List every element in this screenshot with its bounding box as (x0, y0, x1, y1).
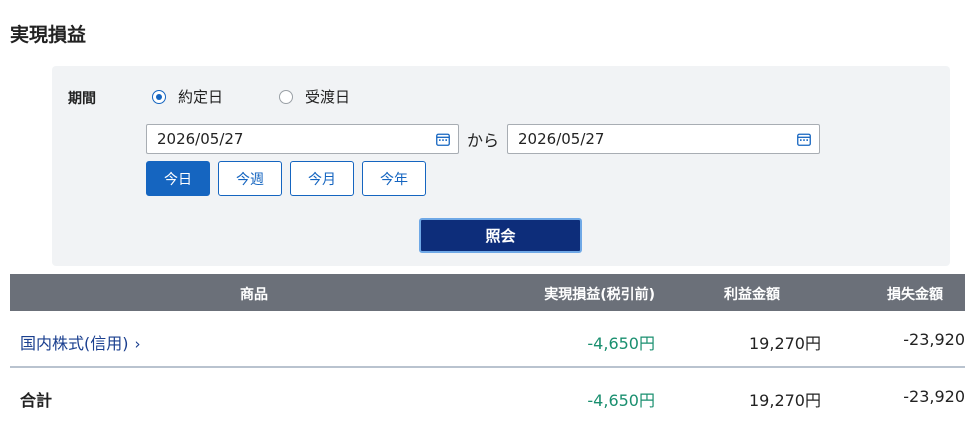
this-year-button[interactable]: 今年 (362, 161, 426, 196)
radio-settlement-date-label: 受渡日 (305, 88, 351, 106)
product-link[interactable]: 国内株式(信用) › (20, 330, 141, 354)
total-profit-amount: 19,270円 (749, 391, 821, 410)
row-realized-pl: -4,650円 (587, 334, 655, 353)
date-from-value: 2026/05/27 (157, 130, 244, 148)
this-week-button[interactable]: 今週 (218, 161, 282, 196)
date-to-value: 2026/05/27 (518, 130, 605, 148)
calendar-icon[interactable] (436, 133, 450, 146)
radio-trade-date[interactable]: 約定日 (152, 86, 223, 107)
page-title: 実現損益 (10, 24, 87, 46)
today-button[interactable]: 今日 (146, 161, 210, 196)
table-header: 商品 実現損益(税引前) 利益金額 損失金額 (10, 274, 965, 311)
total-label: 合計 (20, 391, 53, 410)
total-row: 合計 -4,650円 19,270円 -23,920 (10, 368, 965, 423)
radio-checked-icon[interactable] (152, 89, 166, 104)
radio-trade-date-label: 約定日 (178, 88, 224, 106)
row-profit-amount: 19,270円 (749, 334, 821, 353)
date-range-separator: から (467, 131, 500, 150)
total-loss-amount: -23,920 (903, 387, 965, 406)
header-loss-amount: 損失金額 (887, 287, 943, 303)
this-month-button[interactable]: 今月 (290, 161, 354, 196)
product-name: 国内株式(信用) (20, 334, 129, 353)
total-realized-pl: -4,650円 (587, 391, 655, 410)
header-profit-amount: 利益金額 (724, 287, 780, 303)
header-product: 商品 (240, 287, 268, 303)
date-type-radio-group: 約定日 受渡日 (152, 86, 406, 107)
realized-pl-page: 実現損益 期間 約定日 受渡日 2026/05/27 から 2026/05/27… (0, 0, 965, 423)
results-table: 商品 実現損益(税引前) 利益金額 損失金額 国内株式(信用) › -4,650円… (10, 274, 965, 423)
filter-panel: 期間 約定日 受渡日 2026/05/27 から 2026/05/27 今日 今… (52, 66, 950, 266)
radio-unchecked-icon[interactable] (279, 89, 294, 104)
period-label: 期間 (68, 91, 96, 107)
table-row: 国内株式(信用) › -4,650円 19,270円 -23,920 (10, 311, 965, 368)
header-realized-pl: 実現損益(税引前) (544, 287, 655, 303)
row-loss-amount: -23,920 (903, 330, 965, 349)
date-range-row: 2026/05/27 から 2026/05/27 (146, 124, 821, 154)
chevron-right-icon: › (134, 335, 141, 353)
quick-range-buttons: 今日 今週 今月 今年 (146, 161, 434, 196)
radio-settlement-date[interactable]: 受渡日 (279, 86, 350, 107)
date-to-input[interactable]: 2026/05/27 (507, 124, 821, 154)
query-button[interactable]: 照会 (419, 218, 582, 253)
calendar-icon[interactable] (797, 133, 811, 146)
date-from-input[interactable]: 2026/05/27 (146, 124, 459, 154)
